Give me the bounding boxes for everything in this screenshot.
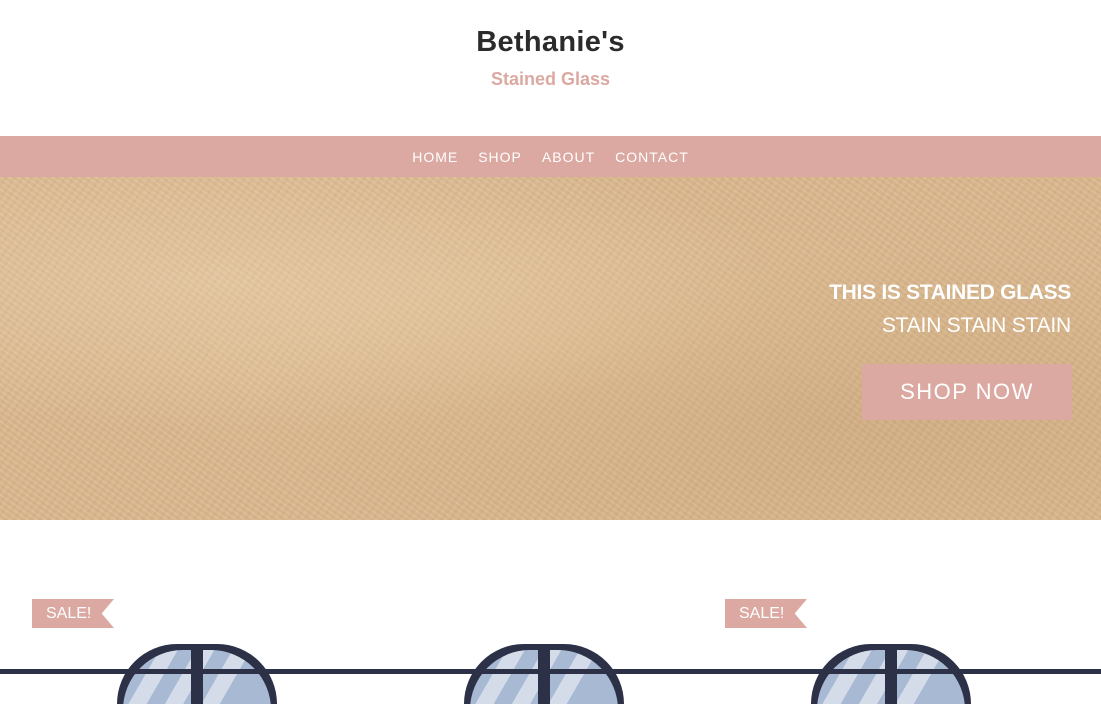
site-header: Bethanie's Stained Glass bbox=[0, 0, 1101, 136]
product-card[interactable]: SALE! bbox=[725, 520, 1055, 704]
nav-item-contact[interactable]: CONTACT bbox=[615, 149, 689, 165]
lead-line bbox=[885, 644, 897, 704]
product-image[interactable] bbox=[811, 644, 971, 704]
lead-line bbox=[191, 644, 203, 704]
product-image[interactable] bbox=[464, 644, 624, 704]
hero-subline: STAIN STAIN STAIN bbox=[881, 314, 1071, 337]
product-grid: SALE! SALE! bbox=[0, 520, 1101, 704]
product-card[interactable] bbox=[378, 520, 708, 704]
nav-item-home[interactable]: HOME bbox=[412, 149, 458, 165]
hero-banner: THIS IS STAINED GLASS STAIN STAIN STAIN … bbox=[0, 177, 1101, 520]
product-card[interactable]: SALE! bbox=[32, 520, 362, 704]
main-nav: HOME SHOP ABOUT CONTACT bbox=[0, 136, 1101, 177]
nav-item-shop[interactable]: SHOP bbox=[478, 149, 522, 165]
lead-line bbox=[538, 644, 550, 704]
hero-headline: THIS IS STAINED GLASS bbox=[829, 281, 1071, 304]
sale-badge: SALE! bbox=[725, 599, 807, 628]
site-tagline: Stained Glass bbox=[490, 69, 611, 89]
shop-now-button[interactable]: SHOP NOW bbox=[862, 364, 1072, 420]
nav-item-about[interactable]: ABOUT bbox=[542, 149, 595, 165]
bottom-edge bbox=[0, 669, 1101, 674]
product-image[interactable] bbox=[117, 644, 277, 704]
sale-badge: SALE! bbox=[32, 599, 114, 628]
site-title[interactable]: Bethanie's bbox=[0, 26, 1101, 59]
